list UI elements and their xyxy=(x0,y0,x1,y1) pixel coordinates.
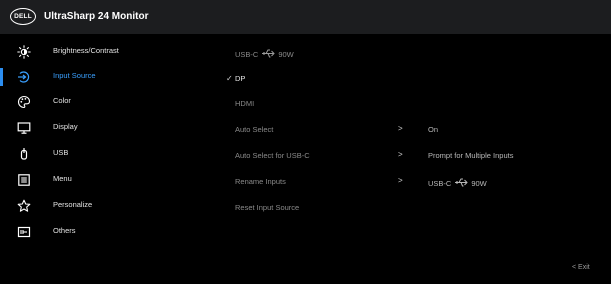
option-auto-select[interactable]: Auto Select > On xyxy=(222,120,611,142)
usb-c-power-icon xyxy=(261,48,276,61)
input-source-icon xyxy=(17,70,31,84)
osd-title: UltraSharp 24 Monitor xyxy=(44,11,149,22)
option-value: USB-C 90W xyxy=(428,177,487,190)
sidebar-item-display[interactable]: Display xyxy=(0,117,220,139)
sidebar-item-label: Brightness/Contrast xyxy=(53,46,119,55)
option-label: HDMI xyxy=(235,99,255,108)
chevron-right-icon: > xyxy=(398,150,403,159)
option-reset-input-source[interactable]: Reset Input Source xyxy=(222,198,611,220)
option-value: On xyxy=(428,125,439,134)
star-icon xyxy=(17,199,31,213)
chevron-right-icon: > xyxy=(398,176,403,185)
sidebar-item-label: Menu xyxy=(53,174,72,183)
exit-button[interactable]: < Exit xyxy=(572,264,590,271)
menu-icon xyxy=(17,173,31,187)
option-rename-inputs[interactable]: Rename Inputs > USB-C 90W xyxy=(222,172,611,194)
title-bar: DELL UltraSharp 24 Monitor xyxy=(0,0,611,34)
dell-logo: DELL xyxy=(10,8,36,25)
monitor-icon xyxy=(17,121,31,135)
option-value: Prompt for Multiple Inputs xyxy=(428,151,514,160)
option-hdmi[interactable]: HDMI xyxy=(222,94,611,116)
sidebar-item-label: Input Source xyxy=(53,71,96,80)
chevron-right-icon: > xyxy=(398,124,403,133)
sidebar-item-label: Color xyxy=(53,96,71,105)
palette-icon xyxy=(17,95,31,109)
option-label: Auto Select xyxy=(235,125,274,134)
others-icon xyxy=(17,225,31,239)
sidebar-item-label: Others xyxy=(53,226,76,235)
sidebar-item-label: Personalize xyxy=(53,200,93,209)
sidebar-item-personalize[interactable]: Personalize xyxy=(0,195,220,217)
sidebar-item-label: USB xyxy=(53,148,69,157)
usb-icon xyxy=(17,147,31,161)
sidebar-item-label: Display xyxy=(53,122,78,131)
option-dp[interactable]: ✓ DP xyxy=(222,69,611,91)
sidebar-item-brightness-contrast[interactable]: Brightness/Contrast xyxy=(0,41,220,63)
sidebar-item-input-source[interactable]: Input Source xyxy=(0,66,220,88)
sidebar-item-others[interactable]: Others xyxy=(0,221,220,243)
option-label: Auto Select for USB-C xyxy=(235,151,310,160)
monitor-osd: DELL UltraSharp 24 Monitor Brightness/Co… xyxy=(0,0,611,284)
option-label: DP xyxy=(235,74,246,83)
rename-value-label: USB-C xyxy=(428,179,452,188)
option-auto-select-usb-c[interactable]: Auto Select for USB-C > Prompt for Multi… xyxy=(222,146,611,168)
sidebar-item-usb[interactable]: USB xyxy=(0,143,220,165)
checkmark-icon: ✓ xyxy=(226,74,233,83)
power-rating: 90W xyxy=(471,179,487,188)
option-label: USB-C 90W xyxy=(235,48,294,61)
usb-c-power-icon xyxy=(454,177,469,190)
usb-c-label: USB-C xyxy=(235,50,259,59)
sidebar-item-color[interactable]: Color xyxy=(0,91,220,113)
option-label: Reset Input Source xyxy=(235,203,300,212)
sidebar-item-menu[interactable]: Menu xyxy=(0,169,220,191)
option-usb-c[interactable]: USB-C 90W xyxy=(222,43,611,65)
active-indicator xyxy=(0,68,3,86)
sun-icon xyxy=(17,45,31,59)
power-rating: 90W xyxy=(278,50,294,59)
option-label: Rename Inputs xyxy=(235,177,286,186)
